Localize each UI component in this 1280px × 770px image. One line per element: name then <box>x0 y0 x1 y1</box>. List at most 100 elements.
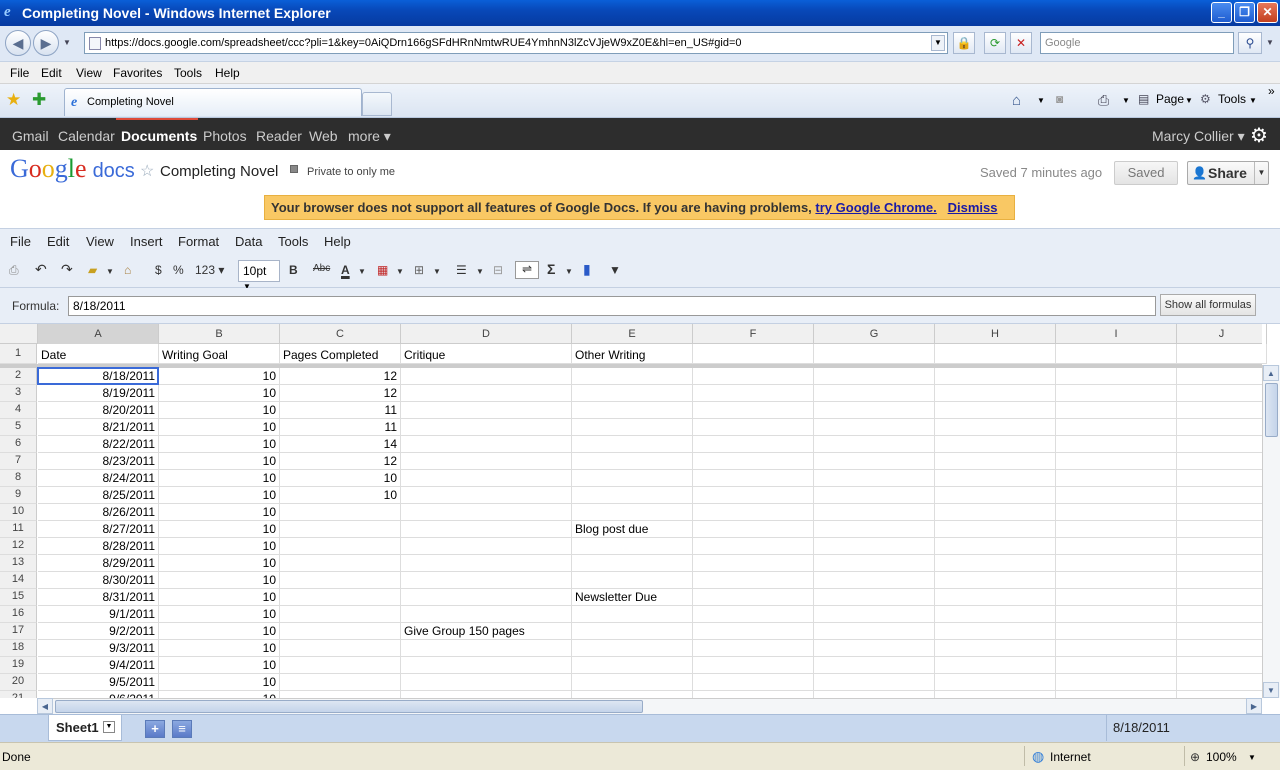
menu-file[interactable]: File <box>10 234 31 249</box>
table-cell[interactable] <box>693 623 814 640</box>
row-header[interactable]: 2 <box>0 368 37 385</box>
table-cell[interactable] <box>814 674 935 691</box>
table-cell[interactable] <box>401 589 572 606</box>
scroll-left-icon[interactable]: ◀ <box>37 698 53 714</box>
table-cell[interactable] <box>693 657 814 674</box>
table-cell[interactable] <box>1177 606 1267 623</box>
table-cell[interactable]: 8/20/2011 <box>38 402 159 419</box>
header-cell-g[interactable] <box>814 344 935 364</box>
table-cell[interactable] <box>572 419 693 436</box>
table-cell[interactable] <box>280 640 401 657</box>
menu-tools[interactable]: Tools <box>278 234 308 249</box>
gbar-gmail[interactable]: Gmail <box>12 128 49 144</box>
column-header-h[interactable]: H <box>935 324 1056 344</box>
feeds-icon[interactable]: ◙ <box>1056 92 1063 106</box>
table-cell[interactable] <box>401 368 572 385</box>
table-cell[interactable] <box>814 487 935 504</box>
column-header-a[interactable]: A <box>38 324 159 344</box>
table-cell[interactable] <box>693 521 814 538</box>
row-header[interactable]: 19 <box>0 657 37 674</box>
add-favorite-icon[interactable]: ✚ <box>32 90 46 110</box>
table-cell[interactable] <box>693 640 814 657</box>
table-cell[interactable]: 10 <box>159 385 280 402</box>
column-header-d[interactable]: D <box>401 324 572 344</box>
table-cell[interactable] <box>1056 453 1177 470</box>
home-icon[interactable]: ⌂ <box>1012 92 1021 109</box>
maximize-button[interactable]: ❐ <box>1234 2 1255 23</box>
table-cell[interactable] <box>693 674 814 691</box>
header-cell-d[interactable]: Critique <box>401 344 572 364</box>
table-cell[interactable] <box>814 555 935 572</box>
table-cell[interactable] <box>1056 640 1177 657</box>
table-cell[interactable] <box>1056 555 1177 572</box>
table-cell[interactable]: 10 <box>159 453 280 470</box>
minimize-button[interactable]: _ <box>1211 2 1232 23</box>
table-cell[interactable] <box>693 572 814 589</box>
vertical-scroll-thumb[interactable] <box>1265 383 1278 437</box>
table-cell[interactable] <box>1177 402 1267 419</box>
table-cell[interactable] <box>572 368 693 385</box>
table-cell[interactable]: 10 <box>159 419 280 436</box>
column-header-g[interactable]: G <box>814 324 935 344</box>
table-cell[interactable] <box>1177 419 1267 436</box>
page-menu-button[interactable]: Page <box>1156 92 1184 106</box>
table-cell[interactable] <box>1177 538 1267 555</box>
table-cell[interactable] <box>935 487 1056 504</box>
row-header[interactable]: 21 <box>0 691 37 698</box>
table-cell[interactable] <box>401 453 572 470</box>
table-cell[interactable] <box>401 470 572 487</box>
horizontal-scrollbar[interactable]: ◀ ▶ <box>37 698 1262 714</box>
strikethrough-button[interactable]: Abc <box>313 263 330 274</box>
table-cell[interactable] <box>1177 385 1267 402</box>
table-cell[interactable] <box>572 640 693 657</box>
table-cell[interactable]: 8/30/2011 <box>38 572 159 589</box>
table-cell[interactable] <box>401 504 572 521</box>
scroll-up-icon[interactable]: ▲ <box>1263 365 1279 381</box>
fill-color-icon[interactable]: ▦ <box>377 263 388 277</box>
history-dropdown-icon[interactable]: ▼ <box>63 38 71 47</box>
menu-edit[interactable]: Edit <box>47 234 69 249</box>
table-cell[interactable]: 8/23/2011 <box>38 453 159 470</box>
row-header[interactable]: 8 <box>0 470 37 487</box>
add-sheet-button[interactable]: + <box>145 720 165 738</box>
ie-menu-help[interactable]: Help <box>215 66 240 80</box>
table-cell[interactable] <box>935 385 1056 402</box>
all-sheets-list-button[interactable]: ≡ <box>172 720 192 738</box>
saved-button[interactable]: Saved <box>1114 161 1178 185</box>
zoom-dropdown-icon[interactable]: ▼ <box>1248 753 1256 762</box>
table-cell[interactable] <box>572 674 693 691</box>
print-icon[interactable]: ⎙ <box>1098 92 1109 109</box>
table-cell[interactable]: Give Group 150 pages <box>401 623 572 640</box>
table-cell[interactable] <box>1177 674 1267 691</box>
borders-dropdown-icon[interactable]: ▼ <box>433 267 441 276</box>
table-cell[interactable] <box>935 589 1056 606</box>
browser-tab-active[interactable]: e Completing Novel <box>64 88 362 116</box>
table-cell[interactable]: 10 <box>159 470 280 487</box>
table-cell[interactable]: 12 <box>280 368 401 385</box>
table-cell[interactable] <box>1177 504 1267 521</box>
table-cell[interactable]: 8/22/2011 <box>38 436 159 453</box>
table-cell[interactable]: 8/21/2011 <box>38 419 159 436</box>
row-header[interactable]: 16 <box>0 606 37 623</box>
table-cell[interactable] <box>1056 657 1177 674</box>
header-cell-b[interactable]: Writing Goal <box>159 344 280 364</box>
gbar-web[interactable]: Web <box>309 128 338 144</box>
table-cell[interactable] <box>1177 572 1267 589</box>
table-cell[interactable] <box>1177 589 1267 606</box>
home-dropdown-icon[interactable]: ▼ <box>1037 96 1045 105</box>
table-cell[interactable] <box>1056 470 1177 487</box>
table-cell[interactable] <box>935 572 1056 589</box>
table-cell[interactable]: 9/2/2011 <box>38 623 159 640</box>
table-cell[interactable] <box>1056 674 1177 691</box>
merge-cells-icon[interactable]: ⊟ <box>493 263 503 277</box>
table-cell[interactable] <box>814 521 935 538</box>
ie-menu-file[interactable]: File <box>10 66 29 80</box>
align-dropdown-icon[interactable]: ▼ <box>476 267 484 276</box>
table-cell[interactable] <box>1056 487 1177 504</box>
table-cell[interactable] <box>401 521 572 538</box>
stop-button[interactable]: ✕ <box>1010 32 1032 54</box>
font-size-select[interactable]: 10pt ▼ <box>238 260 280 291</box>
table-cell[interactable] <box>935 470 1056 487</box>
header-cell-c[interactable]: Pages Completed <box>280 344 401 364</box>
print-icon[interactable]: ⎙ <box>9 263 19 278</box>
